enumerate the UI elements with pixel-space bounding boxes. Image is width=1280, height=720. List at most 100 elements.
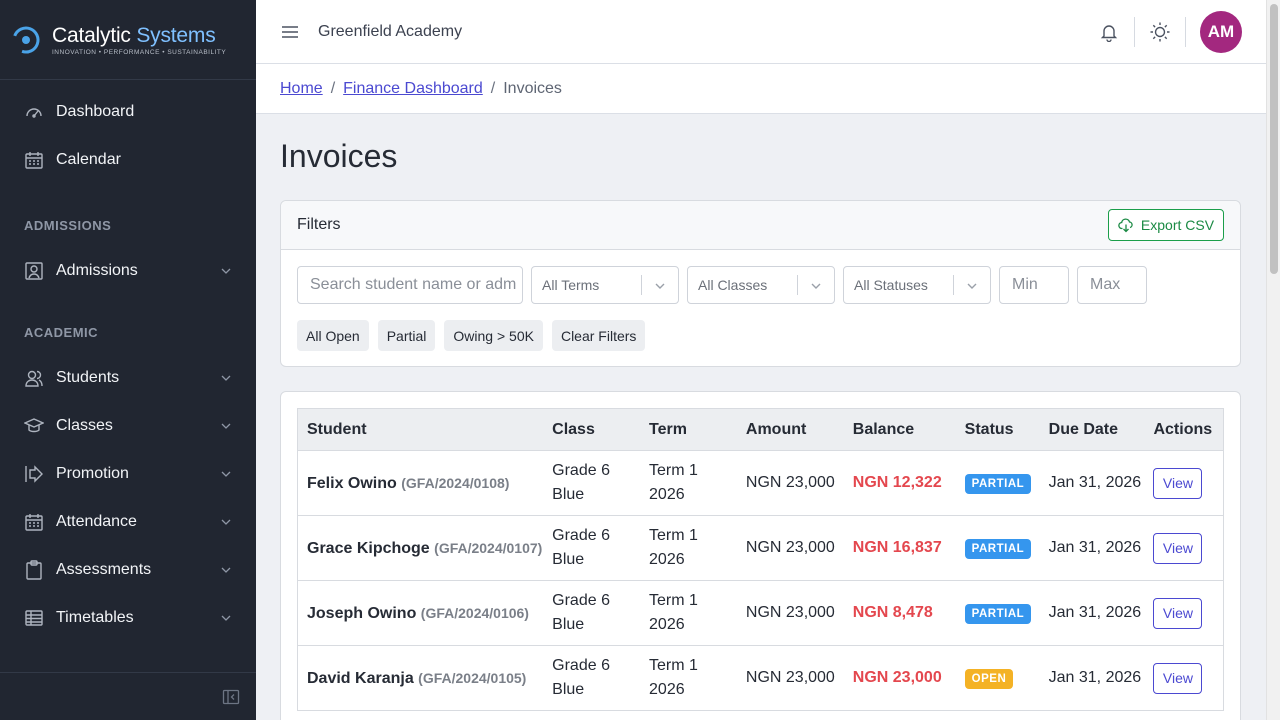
table-row: Felix Owino (GFA/2024/0108) Grade 6 Blue… <box>297 450 1225 516</box>
terms-select[interactable]: All Terms <box>531 266 679 304</box>
sidebar-item-label: Assessments <box>56 561 152 578</box>
invoices-table-card: Student Class Term Amount Balance Status… <box>280 391 1241 720</box>
due-date-cell: Jan 31, 2026 <box>1039 450 1145 516</box>
column-header: Actions <box>1144 408 1225 451</box>
balance-cell: NGN 8,478 <box>843 580 956 646</box>
student-cell: Joseph Owino (GFA/2024/0106) <box>297 580 544 646</box>
page-title: Invoices <box>280 138 398 174</box>
chevron-down-icon <box>967 283 977 289</box>
sidebar-item-promotion[interactable]: Promotion <box>0 450 256 498</box>
sidebar-item-calendar[interactable]: Calendar <box>0 136 256 184</box>
breadcrumb-separator: / <box>330 79 336 97</box>
student-cell: Felix Owino (GFA/2024/0108) <box>297 450 544 516</box>
admission-number: (GFA/2024/0108) <box>401 474 510 491</box>
collapse-sidebar-icon[interactable] <box>222 688 240 706</box>
classes-select[interactable]: All Classes <box>687 266 835 304</box>
breadcrumb-finance-link[interactable]: Finance Dashboard <box>343 80 483 98</box>
admission-number: (GFA/2024/0106) <box>420 604 529 621</box>
chip-owing-50k[interactable]: Owing > 50K <box>444 320 543 351</box>
column-header[interactable]: Balance <box>843 408 956 451</box>
student-name: Joseph Owino <box>307 604 417 622</box>
header-divider <box>1134 17 1135 47</box>
balance-cell: NGN 16,837 <box>843 515 956 581</box>
status-cell: OPEN <box>955 645 1040 711</box>
sun-icon[interactable] <box>1149 21 1171 43</box>
arrow-enter-icon <box>24 464 44 484</box>
chevron-down-icon <box>811 283 821 289</box>
column-header[interactable]: Amount <box>736 408 844 451</box>
student-name: Grace Kipchoge <box>307 539 430 557</box>
search-input[interactable]: Search student name or adm <box>297 266 523 304</box>
sidebar-item-attendance[interactable]: Attendance <box>0 498 256 546</box>
speedometer-icon <box>24 102 44 122</box>
sidebar-footer <box>0 672 256 720</box>
sidebar-item-label: Students <box>56 369 120 386</box>
terms-select-value: All Terms <box>542 277 600 293</box>
due-date-cell: Jan 31, 2026 <box>1039 515 1145 581</box>
column-header[interactable]: Term <box>640 408 737 451</box>
scrollbar-thumb[interactable] <box>1270 4 1278 274</box>
status-badge: PARTIAL <box>964 604 1032 624</box>
column-header[interactable]: Due Date <box>1039 408 1145 451</box>
sidebar-item-students[interactable]: Students <box>0 354 256 402</box>
actions-cell: View <box>1144 645 1225 711</box>
student-name: David Karanja <box>307 669 414 687</box>
view-button[interactable]: View <box>1153 662 1203 694</box>
sidebar-item-dashboard[interactable]: Dashboard <box>0 88 256 136</box>
status-badge: PARTIAL <box>964 474 1032 494</box>
people-icon <box>24 368 44 388</box>
chip-all-open[interactable]: All Open <box>297 320 369 351</box>
term-cell: Term 1 2026 <box>640 645 737 711</box>
bell-icon[interactable] <box>1098 21 1120 43</box>
top-header: Greenfield Academy AM <box>256 0 1266 64</box>
class-cell: Grade 6 Blue <box>543 450 641 516</box>
user-frame-icon <box>24 261 44 281</box>
sidebar-nav: Dashboard Calendar ADMISSIONS Admissions… <box>0 80 256 642</box>
avatar[interactable]: AM <box>1200 11 1242 53</box>
statuses-select-value: All Statuses <box>854 277 928 293</box>
view-button[interactable]: View <box>1153 532 1203 564</box>
chip-clear-filters[interactable]: Clear Filters <box>551 320 646 351</box>
clipboard-icon <box>24 560 44 580</box>
quick-filter-chips: All Open Partial Owing > 50K Clear Filte… <box>297 320 654 351</box>
view-button[interactable]: View <box>1153 467 1203 499</box>
filters-header: Filters <box>281 201 1240 250</box>
table-header-row: Student Class Term Amount Balance Status… <box>297 408 1225 451</box>
balance-cell: NGN 12,322 <box>843 450 956 516</box>
filter-row: Search student name or adm All Terms All… <box>297 266 1155 304</box>
status-badge: OPEN <box>964 669 1014 689</box>
amount-cell: NGN 23,000 <box>736 645 844 711</box>
section-title-admissions: ADMISSIONS <box>24 217 112 233</box>
column-header[interactable]: Student <box>297 408 544 451</box>
student-name: Felix Owino <box>307 474 397 492</box>
sidebar-item-label: Promotion <box>56 465 129 482</box>
sidebar-item-assessments[interactable]: Assessments <box>0 546 256 594</box>
chevron-down-icon <box>221 615 231 621</box>
export-csv-button[interactable]: Export CSV <box>1108 209 1224 241</box>
brand[interactable]: Catalytic Systems INNOVATION • PERFORMAN… <box>0 0 256 80</box>
sidebar-item-label: Admissions <box>56 262 138 279</box>
class-cell: Grade 6 Blue <box>543 580 641 646</box>
cloud-download-icon <box>1118 218 1133 233</box>
max-amount-input[interactable]: Max <box>1077 266 1147 304</box>
min-amount-input[interactable]: Min <box>999 266 1069 304</box>
status-cell: PARTIAL <box>955 580 1040 646</box>
breadcrumb-home-link[interactable]: Home <box>280 80 323 98</box>
column-header[interactable]: Class <box>543 408 641 451</box>
page-scrollbar[interactable] <box>1266 0 1280 720</box>
actions-cell: View <box>1144 580 1225 646</box>
column-header[interactable]: Status <box>955 408 1040 451</box>
view-button[interactable]: View <box>1153 597 1203 629</box>
chip-partial[interactable]: Partial <box>377 320 436 351</box>
breadcrumb-separator: / <box>490 79 496 97</box>
sidebar-item-classes[interactable]: Classes <box>0 402 256 450</box>
sidebar-item-label: Dashboard <box>56 103 135 120</box>
sidebar-item-admissions[interactable]: Admissions <box>0 247 256 295</box>
chevron-down-icon <box>221 567 231 573</box>
breadcrumb: Home / Finance Dashboard / Invoices <box>256 64 1266 114</box>
filters-title: Filters <box>297 216 341 233</box>
statuses-select[interactable]: All Statuses <box>843 266 991 304</box>
admission-number: (GFA/2024/0107) <box>434 539 543 556</box>
sidebar-item-timetables[interactable]: Timetables <box>0 594 256 642</box>
menu-icon[interactable] <box>280 22 300 42</box>
